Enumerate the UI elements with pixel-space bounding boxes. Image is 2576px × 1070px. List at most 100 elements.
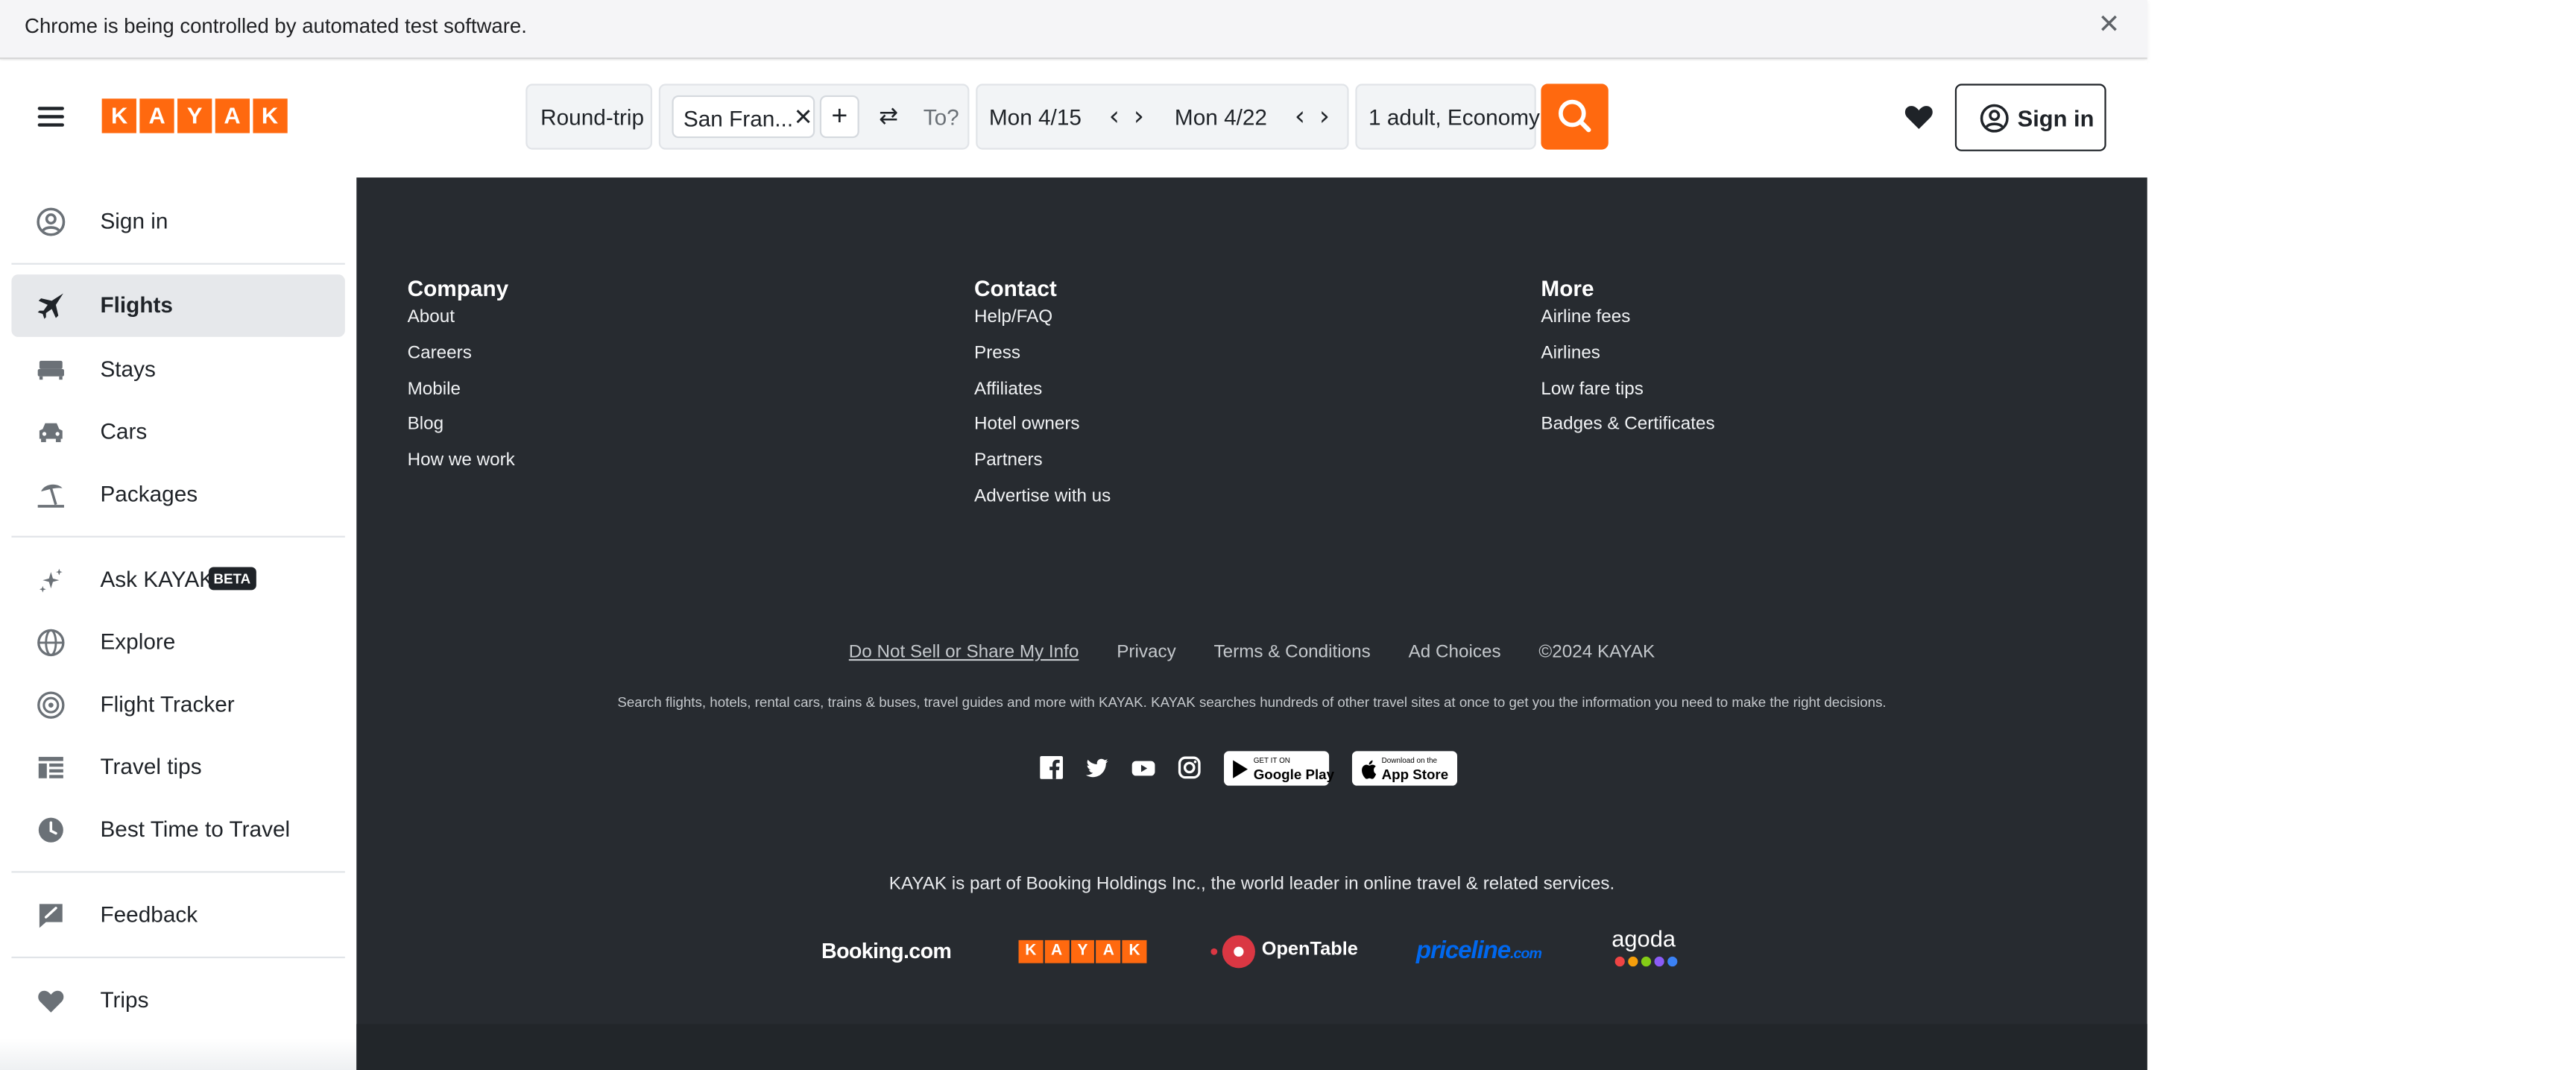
search-button[interactable] <box>1541 84 1609 150</box>
footer-link-airline-fees[interactable]: Airline fees <box>1541 306 1714 342</box>
sidebar-item-trips[interactable]: Trips <box>11 970 344 1033</box>
return-date[interactable]: Mon 4/22 <box>1175 105 1267 130</box>
sidebar-item-best-time[interactable]: Best Time to Travel <box>11 799 344 861</box>
swap-icon[interactable]: ⇄ <box>879 102 898 130</box>
radar-icon <box>37 691 65 719</box>
booking-holdings-note: KAYAK is part of Booking Holdings Inc., … <box>888 874 1615 895</box>
instagram-icon[interactable] <box>1178 756 1201 779</box>
sidebar-item-ask-kayak[interactable]: Ask KAYAK BETA <box>11 549 344 611</box>
trip-type-select[interactable]: Round-trip <box>525 84 653 150</box>
brand-logos: Booking.com K A Y A K OpenTable pricelin… <box>356 925 2147 975</box>
footer-link-affiliates[interactable]: Affiliates <box>974 377 1111 413</box>
heart-icon[interactable] <box>1902 100 1935 133</box>
heart-icon <box>38 990 64 1013</box>
footer-link-advertise[interactable]: Advertise with us <box>974 485 1111 520</box>
automation-infobar: Chrome is being controlled by automated … <box>0 0 2147 60</box>
footer-link-help-faq[interactable]: Help/FAQ <box>974 306 1111 342</box>
logo-letter: Y <box>1070 940 1095 963</box>
car-icon <box>39 423 63 442</box>
opentable-small-dot <box>1210 948 1218 955</box>
footer-link-press[interactable]: Press <box>974 342 1111 377</box>
depart-date[interactable]: Mon 4/15 <box>989 105 1082 130</box>
sidebar-item-feedback[interactable]: Feedback <box>11 884 344 947</box>
sign-in-button[interactable]: Sign in <box>1954 84 2106 151</box>
google-play-caption: GET IT ON <box>1253 755 1290 764</box>
sidebar-item-sign-in[interactable]: Sign in <box>11 191 344 254</box>
airplane-icon <box>37 293 63 319</box>
agoda-wordmark: agoda <box>1611 925 1676 952</box>
footer-link-low-fare-tips[interactable]: Low fare tips <box>1541 377 1714 413</box>
twitter-icon[interactable] <box>1085 756 1109 779</box>
footer-link-careers[interactable]: Careers <box>408 342 515 377</box>
footer-link-mobile[interactable]: Mobile <box>408 377 515 413</box>
priceline-logo[interactable]: priceline.com <box>1416 937 1542 964</box>
list-icon <box>38 757 63 778</box>
facebook-icon[interactable] <box>1040 755 1064 779</box>
sidebar-divider <box>11 262 345 265</box>
menu-icon[interactable] <box>37 107 64 127</box>
sidebar-item-label: Cars <box>100 419 148 444</box>
route-fields: San Fran... ✕ + ⇄ To? <box>658 84 970 150</box>
depart-next-icon[interactable]: › <box>1134 100 1144 131</box>
clear-origin-icon[interactable]: ✕ <box>794 104 813 131</box>
infobar-close-icon[interactable]: ✕ <box>2098 13 2124 40</box>
sidebar-scroll-fade <box>0 1039 357 1070</box>
globe-icon <box>37 629 65 657</box>
google-play-icon <box>1233 760 1248 778</box>
sidebar-item-cars[interactable]: Cars <box>11 401 344 464</box>
bed-icon <box>37 360 64 380</box>
footer-link-airlines[interactable]: Airlines <box>1541 342 1714 377</box>
booking-logo[interactable]: Booking.com <box>821 939 952 963</box>
footer-link-badges[interactable]: Badges & Certificates <box>1541 413 1714 449</box>
sidebar-nav: Sign in Flights Stays Cars Packages Ask … <box>0 177 357 1070</box>
app-store-badge[interactable]: Download on the App Store <box>1351 751 1458 786</box>
user-circle-icon <box>1980 104 2009 133</box>
sparkle-icon <box>39 568 63 593</box>
opentable-wordmark: OpenTable <box>1261 940 1358 960</box>
sidebar-item-stays[interactable]: Stays <box>11 339 344 401</box>
return-prev-icon[interactable]: ‹ <box>1295 100 1305 131</box>
sidebar-item-travel-tips[interactable]: Travel tips <box>11 737 344 799</box>
site-footer: Company About Careers Mobile Blog How we… <box>356 177 2147 1070</box>
sidebar-item-explore[interactable]: Explore <box>11 611 344 674</box>
do-not-sell-link[interactable]: Do Not Sell or Share My Info <box>849 643 1079 662</box>
origin-tag[interactable]: San Fran... ✕ <box>672 95 815 139</box>
return-next-icon[interactable]: › <box>1319 100 1330 131</box>
footer-bottom-band <box>356 1024 2147 1070</box>
footer-link-blog[interactable]: Blog <box>408 413 515 449</box>
sidebar-item-label: Stays <box>100 356 156 382</box>
infobar-message: Chrome is being controlled by automated … <box>25 14 527 38</box>
add-origin-button[interactable]: + <box>819 95 859 139</box>
feedback-icon <box>39 904 63 928</box>
travelers-select[interactable]: 1 adult, Economy <box>1355 84 1540 150</box>
google-play-badge[interactable]: GET IT ON Google Play <box>1224 751 1334 786</box>
footer-link-how-we-work[interactable]: How we work <box>408 449 515 485</box>
ad-choices-link[interactable]: Ad Choices <box>1409 643 1501 662</box>
terms-link[interactable]: Terms & Conditions <box>1214 643 1371 662</box>
footer-link-partners[interactable]: Partners <box>974 449 1111 485</box>
sidebar-divider <box>11 956 345 959</box>
user-circle-icon <box>37 207 66 236</box>
depart-prev-icon[interactable]: ‹ <box>1109 100 1120 131</box>
logo-letter: K <box>1122 940 1147 963</box>
sidebar-item-flight-tracker[interactable]: Flight Tracker <box>11 674 344 737</box>
agoda-logo[interactable]: agoda <box>1611 925 1690 975</box>
footer-column-title: More <box>1541 276 1594 301</box>
destination-input[interactable]: To? <box>924 105 959 130</box>
privacy-link[interactable]: Privacy <box>1117 643 1175 662</box>
sidebar-divider <box>11 871 345 873</box>
logo-letter: K <box>252 98 288 133</box>
footer-column-more: More Airline fees Airlines Low fare tips… <box>1541 276 1714 449</box>
kayak-footer-logo[interactable]: K A Y A K <box>1018 940 1147 963</box>
kayak-logo[interactable]: K A Y A K <box>101 98 288 133</box>
youtube-icon[interactable] <box>1131 756 1155 779</box>
page-root: Chrome is being controlled by automated … <box>0 0 2576 1070</box>
footer-link-hotel-owners[interactable]: Hotel owners <box>974 413 1111 449</box>
footer-link-about[interactable]: About <box>408 306 515 342</box>
footer-column-company: Company About Careers Mobile Blog How we… <box>408 276 515 485</box>
date-fields: Mon 4/15 ‹ › Mon 4/22 ‹ › <box>976 84 1349 150</box>
sidebar-item-packages[interactable]: Packages <box>11 464 344 526</box>
app-store-label: App Store <box>1381 766 1449 783</box>
sidebar-item-flights[interactable]: Flights <box>11 274 345 337</box>
footer-column-contact: Contact Help/FAQ Press Affiliates Hotel … <box>974 276 1111 520</box>
